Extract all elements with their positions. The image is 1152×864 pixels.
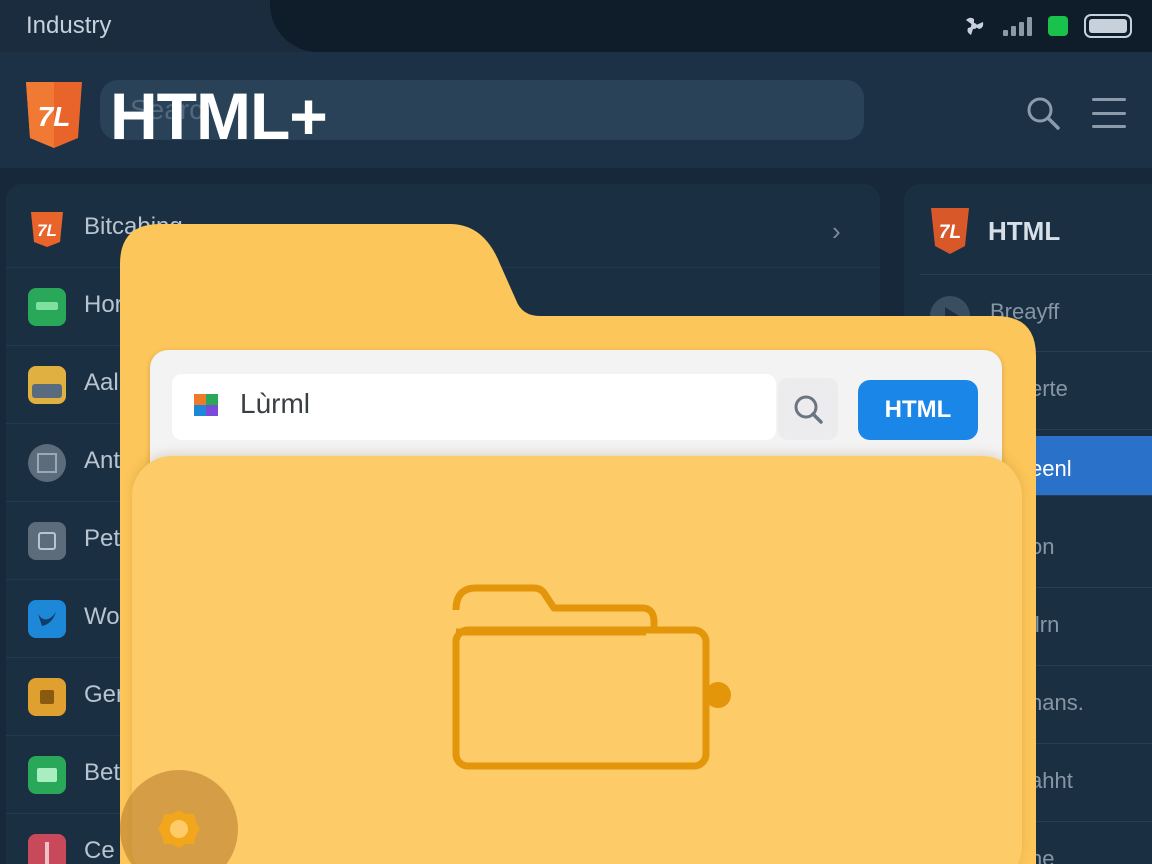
list-item-label: Ant	[84, 447, 121, 474]
search-icon	[794, 395, 823, 424]
list-item-label: Ger	[84, 681, 125, 708]
square-icon	[28, 522, 66, 560]
status-title: Industry	[26, 12, 112, 39]
list-item-label: Ce	[84, 837, 115, 864]
gear-icon	[158, 810, 200, 848]
svg-text:7L: 7L	[38, 101, 71, 132]
sheet-icon	[28, 288, 66, 326]
list-item-label: Hor	[84, 291, 123, 318]
html-button[interactable]: HTML	[858, 380, 978, 440]
app-icon	[194, 394, 218, 416]
right-item-label: ahht	[1030, 768, 1073, 793]
battery-icon	[1084, 14, 1132, 38]
folder-icon	[452, 584, 731, 770]
list-item-label: Pet	[84, 525, 121, 552]
wallet-icon	[28, 366, 66, 404]
bird-icon	[28, 600, 66, 638]
box-icon	[28, 678, 66, 716]
search-icon[interactable]	[1024, 94, 1062, 132]
right-item-label: eenl	[1030, 456, 1072, 481]
url-search-button[interactable]	[778, 378, 838, 440]
cross-icon	[28, 834, 66, 864]
status-icons	[961, 14, 1132, 38]
html-logo-icon: 7L	[31, 212, 63, 247]
fan-icon	[966, 17, 984, 35]
list-item-label: Bet	[84, 759, 121, 786]
html-logo-icon: 7L	[26, 82, 82, 148]
status-dot-icon	[1048, 16, 1068, 36]
svg-text:7L: 7L	[37, 221, 57, 240]
list-item-label: Aal	[84, 369, 119, 396]
url-text: Lùrml	[240, 388, 311, 419]
grid-icon	[28, 444, 66, 482]
page-title: HTML+	[110, 79, 328, 153]
image-icon	[28, 756, 66, 794]
signal-icon	[1003, 16, 1032, 36]
right-item-label: hans.	[1030, 690, 1084, 715]
menu-icon[interactable]	[1092, 98, 1126, 128]
